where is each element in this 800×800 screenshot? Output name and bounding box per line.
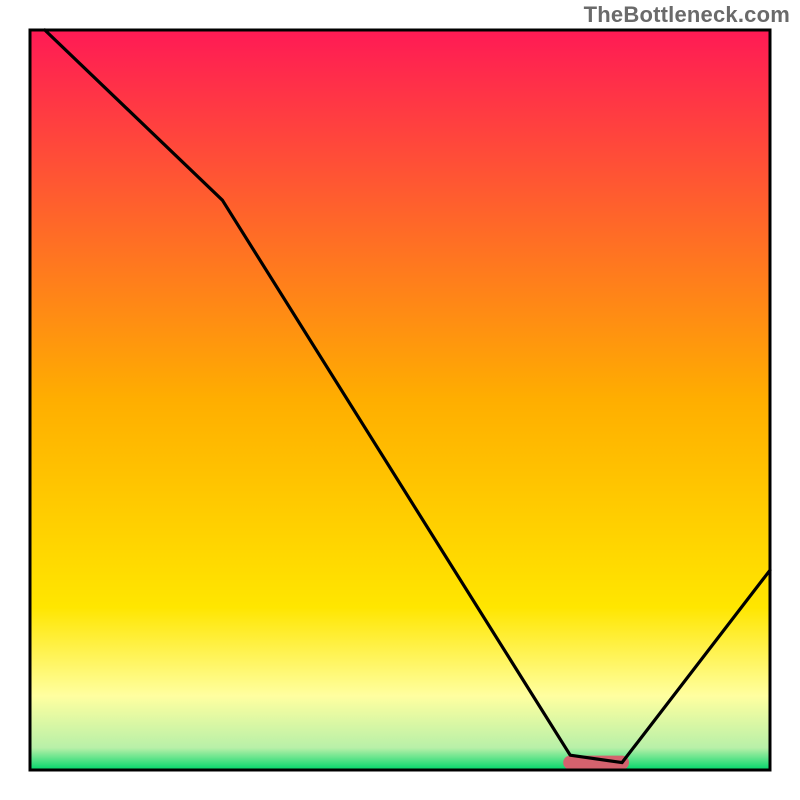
chart-container: TheBottleneck.com [0,0,800,800]
gradient-background [30,30,770,770]
chart-plot [0,0,800,800]
